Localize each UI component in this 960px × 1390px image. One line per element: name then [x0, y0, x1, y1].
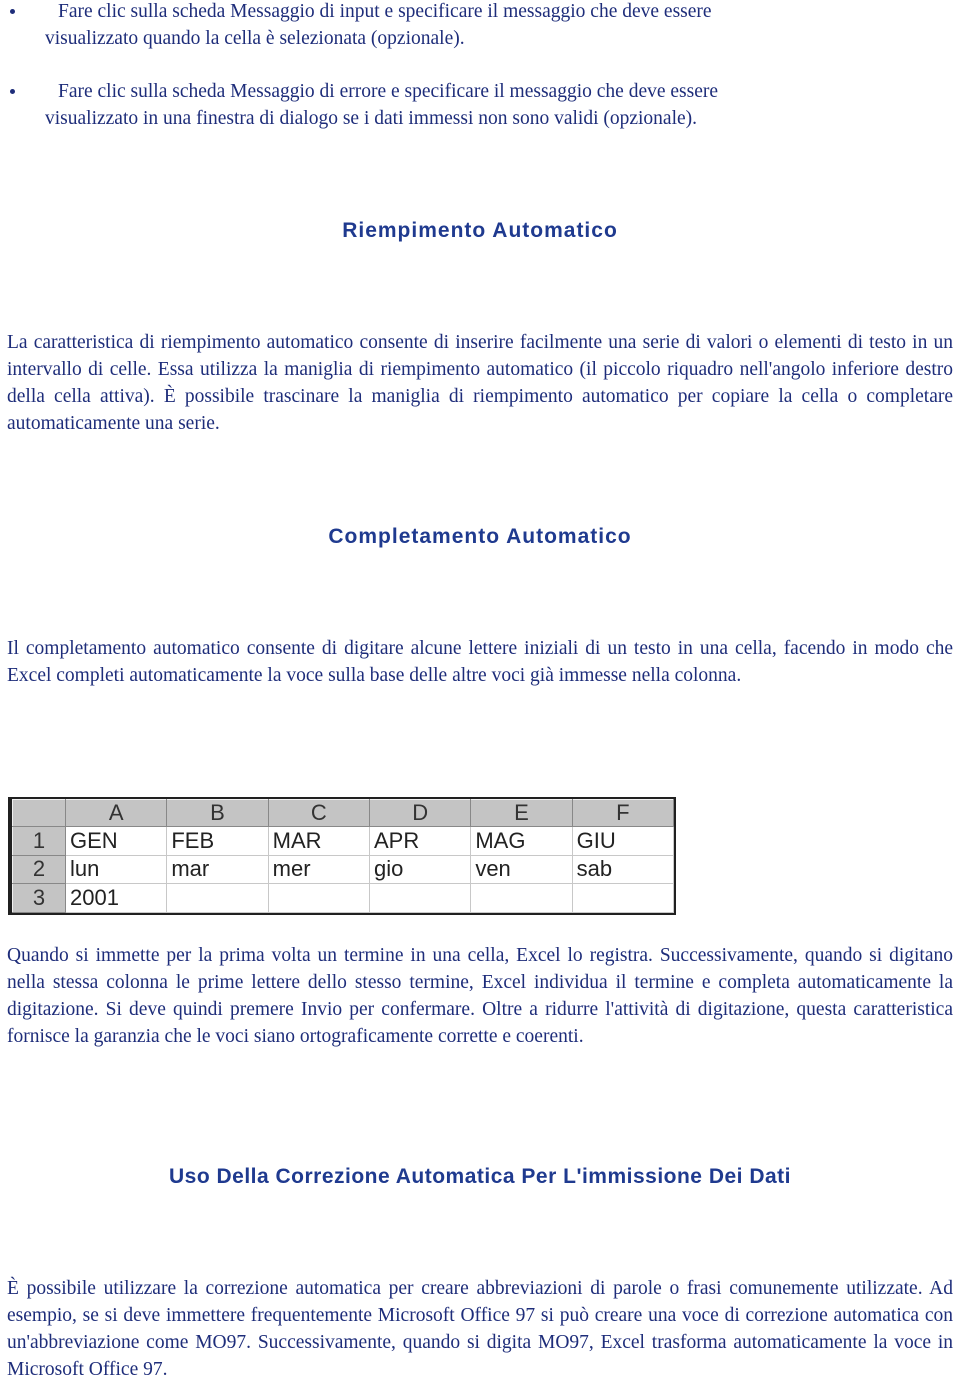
cell: mar: [166, 854, 269, 885]
table-row: 2 lun mar mer gio ven sab: [12, 854, 675, 885]
cell: GIU: [571, 826, 675, 856]
cell: sab: [571, 854, 675, 885]
column-header: B: [166, 799, 269, 827]
cell: MAR: [267, 826, 370, 856]
cell: [571, 883, 675, 913]
cell: APR: [368, 826, 472, 856]
section-heading: Riempimento Automatico: [342, 219, 618, 242]
paragraph: Quando si immette per la prima volta un …: [7, 945, 953, 1047]
cell: ven: [470, 854, 573, 885]
row-header: 3: [12, 883, 66, 913]
column-header: D: [368, 799, 472, 827]
table-row: 1 GEN FEB MAR APR MAG GIU: [12, 826, 675, 856]
column-header: A: [64, 799, 168, 827]
table-row: 3 2001: [12, 883, 675, 913]
row-header: 1: [12, 826, 66, 856]
bullet-item: Fare clic sulla scheda Messaggio di inpu…: [7, 0, 953, 52]
section-heading: Uso Della Correzione Automatica Per L'im…: [168, 1165, 792, 1188]
bullet-first-line: Fare clic sulla scheda Messaggio di erro…: [58, 81, 719, 102]
bullet-dot-icon: [10, 89, 15, 94]
column-header: C: [267, 799, 370, 827]
cell: FEB: [166, 826, 269, 856]
cell: [470, 883, 573, 913]
section-heading: Completamento Automatico: [328, 525, 632, 548]
cell: mer: [267, 854, 370, 885]
column-header: F: [571, 799, 675, 827]
paragraph: Il completamento automatico consente di …: [7, 638, 953, 686]
bullet-dot-icon: [10, 9, 15, 14]
cell: [267, 883, 370, 913]
column-header: E: [470, 799, 573, 827]
bullet-item: Fare clic sulla scheda Messaggio di erro…: [7, 78, 953, 132]
cell: 2001: [64, 883, 168, 913]
paragraph: La caratteristica di riempimento automat…: [7, 332, 953, 434]
corner-header: [12, 799, 66, 827]
cell: lun: [64, 854, 168, 885]
row-header: 2: [12, 854, 66, 885]
cell: [166, 883, 269, 913]
cell: GEN: [64, 826, 168, 856]
cell: gio: [368, 854, 472, 885]
bullet-first-line: Fare clic sulla scheda Messaggio di inpu…: [58, 1, 712, 22]
spreadsheet-example: A B C D E F 1 GEN FEB MAR APR MAG GIU 2 …: [8, 797, 676, 915]
paragraph: È possibile utilizzare la correzione aut…: [7, 1278, 953, 1380]
cell: MAG: [470, 826, 573, 856]
bullet-rest-line: visualizzato quando la cella è seleziona…: [45, 28, 465, 49]
cell: [368, 883, 472, 913]
bullet-rest-line: visualizzato in una finestra di dialogo …: [45, 108, 698, 129]
